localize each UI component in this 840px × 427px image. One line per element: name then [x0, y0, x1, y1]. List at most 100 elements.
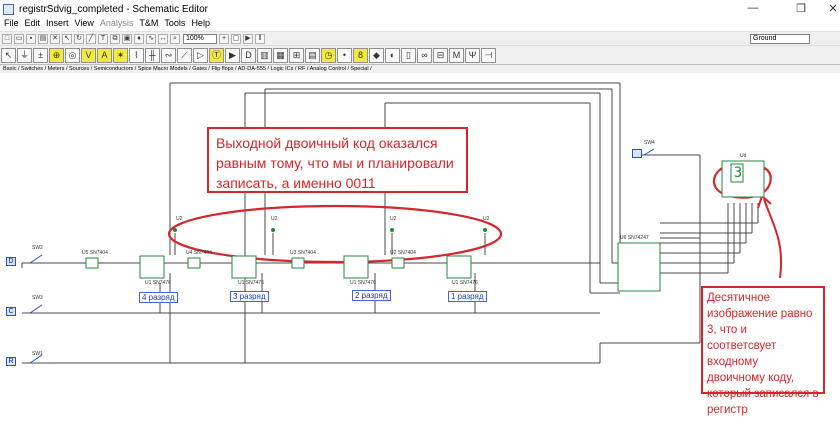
motor-icon[interactable]: M: [449, 47, 464, 63]
bit-label-3: 3 разряд: [230, 291, 269, 302]
wires: [21, 82, 759, 364]
inverter-label-u4: U4 SN7404: [186, 250, 212, 256]
flip-icon[interactable]: ↔: [158, 33, 168, 44]
component-toolbar: ↖ ⏚ ± ⊕ ◎ V A ✶ ⌇ ╫ ∾ ⟋ ▷ Ⓣ ▶ D ▥ ▦ ⊞ ▤ …: [0, 45, 840, 64]
battery-icon[interactable]: ±: [33, 47, 48, 63]
relay-icon[interactable]: ⊟: [433, 47, 448, 63]
menu-help[interactable]: Help: [191, 18, 210, 31]
menu-analysis[interactable]: Analysis: [100, 18, 134, 31]
annotation-right: Десятичное изображение равно 3, что и со…: [701, 286, 825, 416]
restore-button[interactable]: ❐: [794, 2, 808, 15]
switch-c-button[interactable]: C: [6, 307, 16, 316]
display-icon[interactable]: 8: [353, 47, 368, 63]
title-bar: registrSdvig_completed - Schematic Edito…: [0, 0, 840, 18]
annotation-top: Выходной двоичный код оказался равным то…: [207, 127, 468, 193]
decoder-ic: [617, 242, 661, 292]
menu-view[interactable]: View: [75, 18, 94, 31]
delete-icon[interactable]: ✕: [50, 33, 60, 44]
probes: [173, 228, 487, 232]
inverter-label-u2: U2 SN7404: [390, 250, 416, 256]
menu-tm[interactable]: T&M: [139, 18, 158, 31]
lamp-icon[interactable]: ✶: [113, 47, 128, 63]
app-icon: [3, 3, 14, 15]
menu-edit[interactable]: Edit: [25, 18, 41, 31]
zoom-icon[interactable]: ⌕: [170, 33, 180, 44]
pause-icon[interactable]: ‖: [255, 33, 265, 44]
menu-tools[interactable]: Tools: [164, 18, 185, 31]
antenna-icon[interactable]: Ψ: [465, 47, 480, 63]
flipflop-icon[interactable]: ▥: [257, 47, 272, 63]
bit-label-4: 4 разряд: [139, 292, 178, 303]
display-label: Ud: [740, 153, 747, 159]
flipflop-label-1: U1 SN7476: [145, 280, 171, 286]
probe-label-4: U2: [483, 216, 490, 222]
probe-icon[interactable]: ♦: [134, 33, 144, 44]
ground-icon[interactable]: ⏚: [17, 47, 32, 63]
close-button[interactable]: ✕: [826, 2, 840, 15]
component-tabs[interactable]: Basic / Switches / Meters / Sources / Se…: [0, 64, 840, 73]
transistor-icon[interactable]: Ⓣ: [209, 47, 224, 63]
switch-r-button[interactable]: R: [6, 357, 16, 366]
paste-icon[interactable]: ▣: [122, 33, 132, 44]
copy-icon[interactable]: ⧉: [110, 33, 120, 44]
wire-icon[interactable]: ╱: [86, 33, 96, 44]
speaker-icon[interactable]: ◐: [385, 47, 400, 63]
main-toolbar: □ ▭ ▪ ▤ ✕ ↖ ↻ ╱ T ⧉ ▣ ♦ ∿ ↔ ⌕ 100% + ▢ ▶…: [0, 31, 840, 45]
schematic-canvas[interactable]: D C R SW2 SW3 SW1 SW4 U5 SN7404 U4 SN740…: [0, 73, 840, 427]
run-icon[interactable]: ▶: [243, 33, 253, 44]
flipflop-bit1: [446, 255, 472, 279]
counter-icon[interactable]: ▦: [273, 47, 288, 63]
junction-icon[interactable]: •: [337, 47, 352, 63]
switch-sw4-button[interactable]: [632, 149, 642, 158]
zoom-select[interactable]: 100%: [183, 33, 217, 44]
mux-icon[interactable]: ⊞: [289, 47, 304, 63]
probe-label-1: U2: [176, 216, 183, 222]
minimize-button[interactable]: —: [746, 2, 760, 14]
inverter-u4: [187, 257, 201, 269]
window-title: registrSdvig_completed - Schematic Edito…: [19, 3, 208, 15]
switch-icon[interactable]: ⟋: [177, 47, 192, 63]
meter-icon[interactable]: ⊕: [49, 47, 64, 63]
fuse-icon[interactable]: ∞: [417, 47, 432, 63]
opamp-icon[interactable]: ▶: [225, 47, 240, 63]
menu-insert[interactable]: Insert: [46, 18, 69, 31]
save-icon[interactable]: ▪: [26, 33, 36, 44]
graph-icon[interactable]: ∿: [146, 33, 156, 44]
flipflop-label-3: U1 SN7476: [350, 280, 376, 286]
text-icon[interactable]: T: [98, 33, 108, 44]
new-file-icon[interactable]: □: [2, 33, 12, 44]
output-highlight-ellipse: [167, 204, 503, 264]
probe-label-3: U2: [390, 216, 397, 222]
menu-file[interactable]: File: [4, 18, 19, 31]
voltmeter-icon[interactable]: V: [81, 47, 96, 63]
flipflop-bit3: [231, 255, 257, 279]
wire-label-icon[interactable]: ⊣: [481, 47, 496, 63]
inverter-u2: [391, 257, 405, 269]
clock-icon[interactable]: ◷: [321, 47, 336, 63]
component-select[interactable]: Ground: [750, 34, 810, 44]
display-digit: 3: [733, 165, 743, 181]
print-icon[interactable]: ▤: [38, 33, 48, 44]
diode-icon[interactable]: ▷: [193, 47, 208, 63]
gate-icon[interactable]: D: [241, 47, 256, 63]
switch-label-sw3: SW3: [32, 295, 43, 301]
pointer-icon[interactable]: ↖: [62, 33, 72, 44]
rotate-icon[interactable]: ↻: [74, 33, 84, 44]
resistor-icon[interactable]: ⌇: [129, 47, 144, 63]
inverter-u5: [85, 257, 99, 269]
pointer-tool-icon[interactable]: ↖: [1, 47, 16, 63]
capacitor-icon[interactable]: ╫: [145, 47, 160, 63]
open-file-icon[interactable]: ▭: [14, 33, 24, 44]
bit-label-2: 2 разряд: [352, 290, 391, 301]
source-icon[interactable]: ◎: [65, 47, 80, 63]
crystal-icon[interactable]: ▯: [401, 47, 416, 63]
logic-ic-icon[interactable]: ▤: [305, 47, 320, 63]
ammeter-icon[interactable]: A: [97, 47, 112, 63]
led-icon[interactable]: ◆: [369, 47, 384, 63]
menu-bar: File Edit Insert View Analysis T&M Tools…: [0, 18, 840, 31]
inductor-icon[interactable]: ∾: [161, 47, 176, 63]
switch-d-button[interactable]: D: [6, 257, 16, 266]
zoom-fit-icon[interactable]: ▢: [231, 33, 241, 44]
display-arrow: [763, 198, 783, 279]
zoom-in-icon[interactable]: +: [219, 33, 229, 44]
